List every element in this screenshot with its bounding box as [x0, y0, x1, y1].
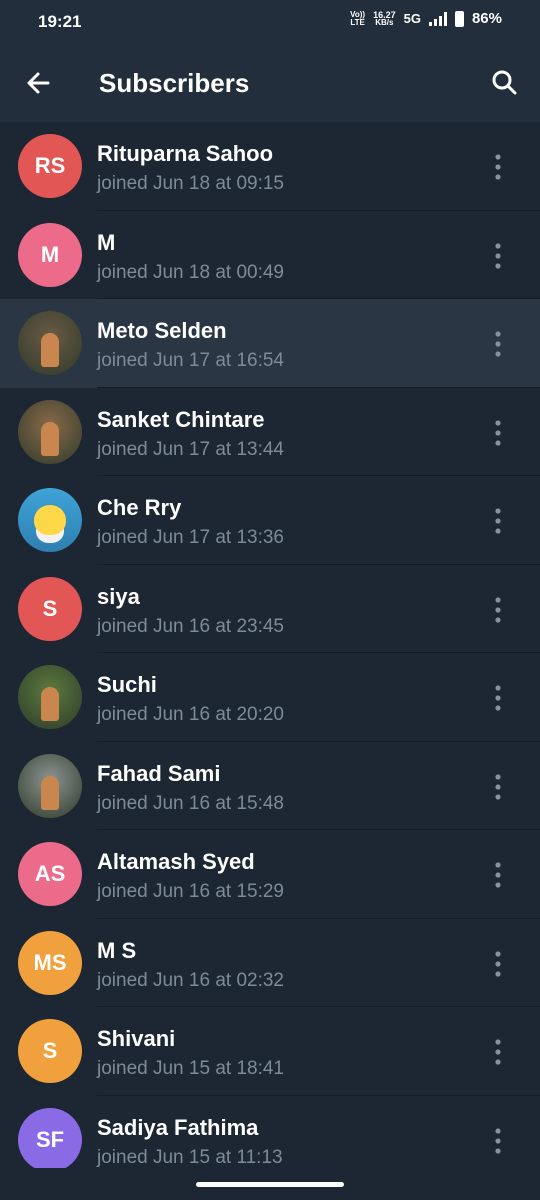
- subscriber-name: Fahad Sami: [97, 760, 221, 786]
- subscriber-list: RS Rituparna Sahoo joined Jun 18 at 09:15 M…: [0, 122, 540, 1184]
- subscriber-row[interactable]: Ssiya joined Jun 16 at 23:45: [0, 565, 540, 653]
- subscriber-row[interactable]: Meto Selden joined Jun 17 at 16:54: [0, 299, 540, 388]
- more-options-icon[interactable]: [486, 1039, 510, 1065]
- subscriber-name: Altamash Syed: [97, 849, 255, 874]
- subscriber-name: M: [97, 229, 116, 255]
- subscriber-row[interactable]: S Shivani joined Jun 15 at 18:41: [0, 1007, 540, 1096]
- battery-icon: [454, 10, 464, 27]
- network-type: 5G: [403, 11, 421, 26]
- app-bar: Subscribers: [0, 44, 540, 122]
- more-options-icon[interactable]: [486, 154, 510, 180]
- avatar: RS: [18, 134, 82, 198]
- joined-date: joined Jun 18 at 00:49: [97, 261, 284, 283]
- subscriber-row[interactable]: RS Rituparna Sahoo joined Jun 18 at 09:15: [0, 122, 540, 211]
- more-options-icon[interactable]: [486, 862, 510, 888]
- avatar: AS: [18, 842, 82, 906]
- subscriber-row[interactable]: Che Rry joined Jun 17 at 13:36: [0, 476, 540, 565]
- subscriber-row[interactable]: AS Altamash Syed joined Jun 16 at 15:29: [0, 830, 540, 919]
- subscriber-name: siya: [97, 583, 140, 609]
- avatar-initials: RS: [34, 153, 66, 178]
- subscriber-name: M S: [97, 937, 137, 963]
- joined-date: joined Jun 16 at 02:32: [97, 969, 284, 991]
- more-options-icon[interactable]: [486, 242, 510, 269]
- avatar-photo: [41, 687, 59, 721]
- status-bar: 19:21 Vo)) LTE 16.27 KB/s 5G 86%: [0, 0, 540, 44]
- avatar-initials: S: [42, 1038, 58, 1063]
- subscriber-row[interactable]: Fahad Sami joined Jun 16 at 15:48: [0, 742, 540, 830]
- joined-date: joined Jun 16 at 20:20: [97, 704, 284, 725]
- joined-date: joined Jun 17 at 16:54: [97, 350, 284, 371]
- avatar: SF: [18, 1107, 82, 1172]
- subscriber-name: Shivani: [97, 1026, 176, 1051]
- avatar: [18, 488, 82, 552]
- avatar: S: [18, 1019, 82, 1083]
- avatar: M: [18, 222, 82, 287]
- joined-date: joined Jun 16 at 15:29: [97, 881, 284, 902]
- subscriber-name: Meto Selden: [97, 318, 227, 343]
- avatar: [18, 399, 82, 464]
- avatar-initials: S: [42, 595, 58, 621]
- status-indicators: Vo)) LTE 16.27 KB/s 5G 86%: [350, 10, 502, 27]
- search-icon: [492, 70, 517, 95]
- back-arrow-icon: [27, 72, 50, 94]
- more-options-icon[interactable]: [486, 596, 510, 623]
- page-title: Subscribers: [99, 68, 250, 98]
- subscriber-name: Rituparna Sahoo: [97, 141, 274, 166]
- more-options-icon[interactable]: [486, 331, 510, 357]
- more-options-icon[interactable]: [486, 773, 510, 800]
- status-time: 19:21: [38, 12, 82, 31]
- volte-bottom: LTE: [350, 17, 365, 27]
- joined-date: joined Jun 17 at 13:36: [97, 527, 284, 548]
- avatar: [18, 753, 82, 818]
- avatar-photo: [41, 421, 59, 456]
- signal-icon: [428, 11, 447, 26]
- back-button[interactable]: [20, 64, 58, 102]
- joined-date: joined Jun 18 at 09:15: [97, 173, 284, 194]
- avatar: MS: [18, 930, 82, 995]
- more-options-icon[interactable]: [486, 1127, 510, 1154]
- subscriber-row[interactable]: Suchi joined Jun 16 at 20:20: [0, 653, 540, 742]
- speed-unit: KB/s: [375, 17, 394, 27]
- subscriber-name: Sanket Chintare: [97, 406, 265, 432]
- subscriber-name: Suchi: [97, 672, 157, 697]
- subscriber-name: Che Rry: [97, 495, 182, 520]
- joined-date: joined Jun 15 at 11:13: [97, 1146, 283, 1168]
- avatar-initials: AS: [34, 861, 66, 886]
- avatar-photo: [41, 775, 59, 810]
- more-options-icon[interactable]: [486, 950, 510, 977]
- avatar: [18, 665, 82, 729]
- joined-date: joined Jun 16 at 15:48: [97, 792, 284, 814]
- more-options-icon[interactable]: [486, 419, 510, 446]
- volte-indicator: Vo)) LTE: [350, 10, 365, 27]
- more-options-icon[interactable]: [486, 508, 510, 534]
- joined-date: joined Jun 15 at 18:41: [97, 1058, 284, 1079]
- network-speed: 16.27 KB/s: [373, 10, 396, 27]
- avatar-photo: [41, 333, 59, 367]
- home-indicator[interactable]: [196, 1182, 344, 1187]
- battery-percent: 86%: [471, 10, 502, 27]
- subscriber-row[interactable]: MS M S joined Jun 16 at 02:32: [0, 919, 540, 1007]
- subscriber-row[interactable]: M Mjoined Jun 18 at 00:49: [0, 211, 540, 299]
- avatar: S: [18, 576, 82, 641]
- subscriber-name: Sadiya Fathima: [97, 1114, 259, 1140]
- navigation-bar: [0, 1168, 540, 1200]
- avatar-initials: SF: [35, 1126, 65, 1152]
- joined-date: joined Jun 17 at 13:44: [97, 438, 284, 460]
- more-options-icon[interactable]: [486, 685, 510, 711]
- avatar: [18, 311, 82, 375]
- avatar-initials: MS: [33, 949, 67, 975]
- joined-date: joined Jun 16 at 23:45: [97, 615, 284, 637]
- subscriber-row[interactable]: Sanket Chintare joined Jun 17 at 13:44: [0, 388, 540, 476]
- avatar-initials: M: [40, 241, 60, 267]
- hatching-chick-icon: [34, 505, 66, 535]
- search-button[interactable]: [486, 64, 524, 102]
